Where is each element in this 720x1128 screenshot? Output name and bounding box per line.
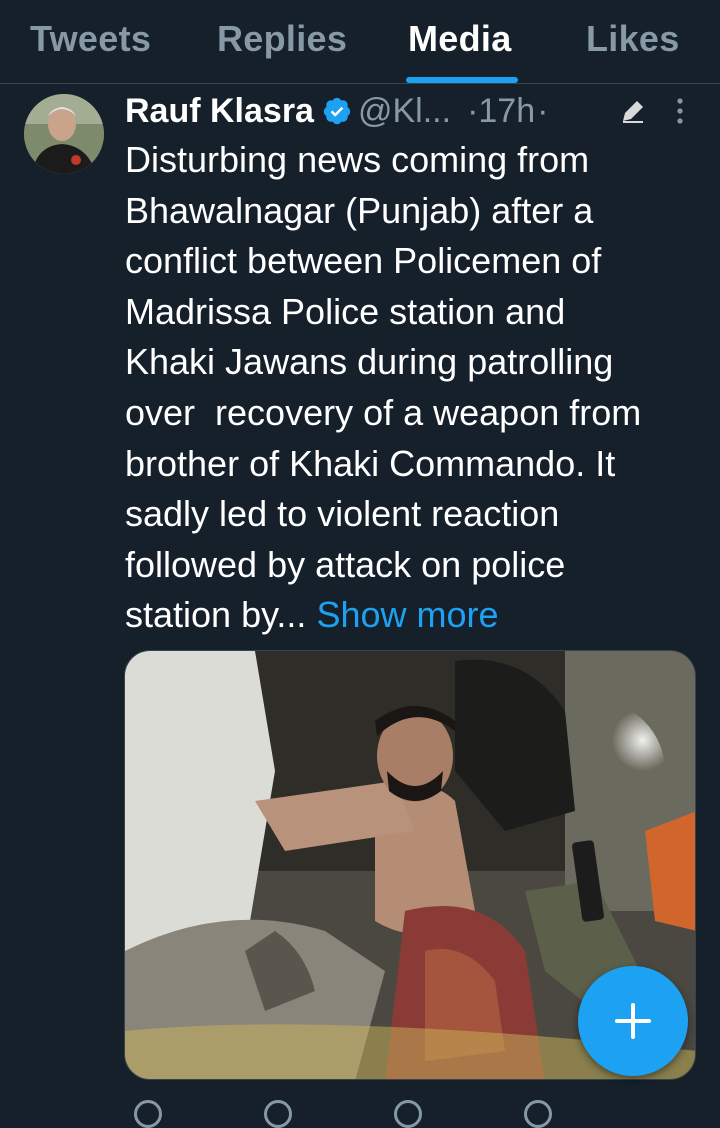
more-vertical-icon[interactable] bbox=[670, 95, 690, 127]
tweet-actions-row bbox=[124, 1094, 684, 1128]
tweet-time[interactable]: 17h bbox=[478, 92, 535, 130]
avatar[interactable] bbox=[24, 94, 104, 174]
reply-icon[interactable] bbox=[134, 1100, 162, 1128]
profile-tabs: Tweets Replies Media Likes bbox=[0, 0, 720, 84]
tweet-text-line: followed by attack on police bbox=[125, 543, 566, 585]
pencil-edit-icon[interactable] bbox=[620, 98, 646, 124]
tweet-text-line: brother of Khaki Commando. It bbox=[125, 442, 616, 484]
active-tab-indicator bbox=[406, 77, 518, 83]
tweet-text-line-last-text: station by... bbox=[125, 594, 317, 636]
show-more-link[interactable]: Show more bbox=[316, 594, 498, 635]
author-name[interactable]: Rauf Klasra bbox=[125, 92, 314, 130]
like-icon[interactable] bbox=[394, 1100, 422, 1128]
tab-media[interactable]: Media bbox=[408, 18, 512, 60]
compose-tweet-button[interactable] bbox=[578, 966, 688, 1076]
separator-2: · bbox=[537, 92, 549, 130]
tweet-text-line: conflict between Policemen of bbox=[125, 240, 602, 282]
tab-likes[interactable]: Likes bbox=[586, 18, 680, 60]
plus-icon bbox=[615, 1003, 651, 1039]
tweet-text-line: Khaki Jawans during patrolling bbox=[125, 341, 614, 383]
verified-badge-icon bbox=[323, 97, 351, 125]
tweet-text-line-last: station by... Show more bbox=[125, 590, 695, 641]
tweet-text-line: Disturbing news coming from bbox=[125, 139, 590, 180]
tweet-text-line: Bhawalnagar (Punjab) after a bbox=[125, 189, 594, 231]
tweet-text-line: over recovery of a weapon from bbox=[125, 391, 642, 433]
author-handle[interactable]: @Kl... bbox=[358, 92, 451, 130]
retweet-icon[interactable] bbox=[264, 1100, 292, 1128]
tab-replies[interactable]: Replies bbox=[217, 18, 347, 60]
tweet-text: Disturbing news coming from Bhawalnagar … bbox=[125, 135, 695, 641]
separator: · bbox=[467, 92, 479, 130]
tweet-text-line: sadly led to violent reaction bbox=[125, 493, 560, 535]
tweet-text-line: Madrissa Police station and bbox=[125, 290, 566, 332]
share-icon[interactable] bbox=[524, 1100, 552, 1128]
tab-tweets[interactable]: Tweets bbox=[30, 18, 151, 60]
